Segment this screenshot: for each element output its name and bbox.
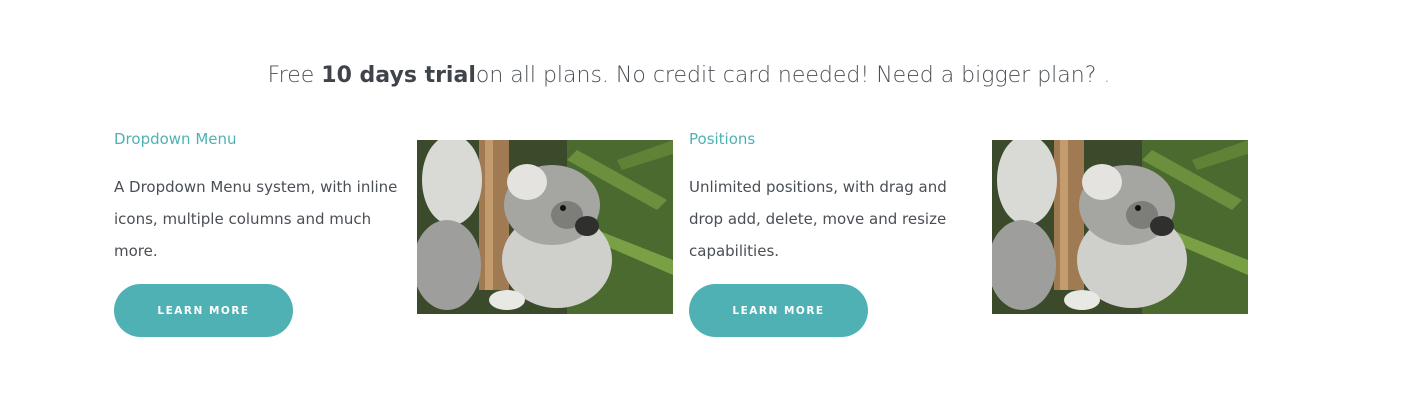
feature-description-positions: Unlimited positions, with drag and drop … — [689, 178, 947, 260]
headline-prefix: Free — [267, 63, 322, 88]
feature-description-dropdown-menu: A Dropdown Menu system, with inline icon… — [114, 178, 398, 260]
feature-title-positions: Positions — [689, 130, 756, 148]
koala-photo-graphic — [417, 140, 673, 314]
learn-more-button-dropdown-menu[interactable]: LEARN MORE — [114, 284, 293, 337]
learn-more-button-positions[interactable]: LEARN MORE — [689, 284, 868, 337]
feature-title-dropdown-menu: Dropdown Menu — [114, 130, 237, 148]
promo-headline: Free 10 days trialon all plans. No credi… — [0, 58, 1378, 94]
koala-photo — [417, 140, 673, 314]
bigger-plan-link[interactable]: . — [1103, 63, 1110, 88]
koala-photo-graphic — [992, 140, 1248, 314]
headline-suffix: on all plans. No credit card needed! Nee… — [475, 63, 1104, 88]
headline-trial-emphasis: 10 days trial — [321, 63, 476, 88]
koala-photo — [992, 140, 1248, 314]
